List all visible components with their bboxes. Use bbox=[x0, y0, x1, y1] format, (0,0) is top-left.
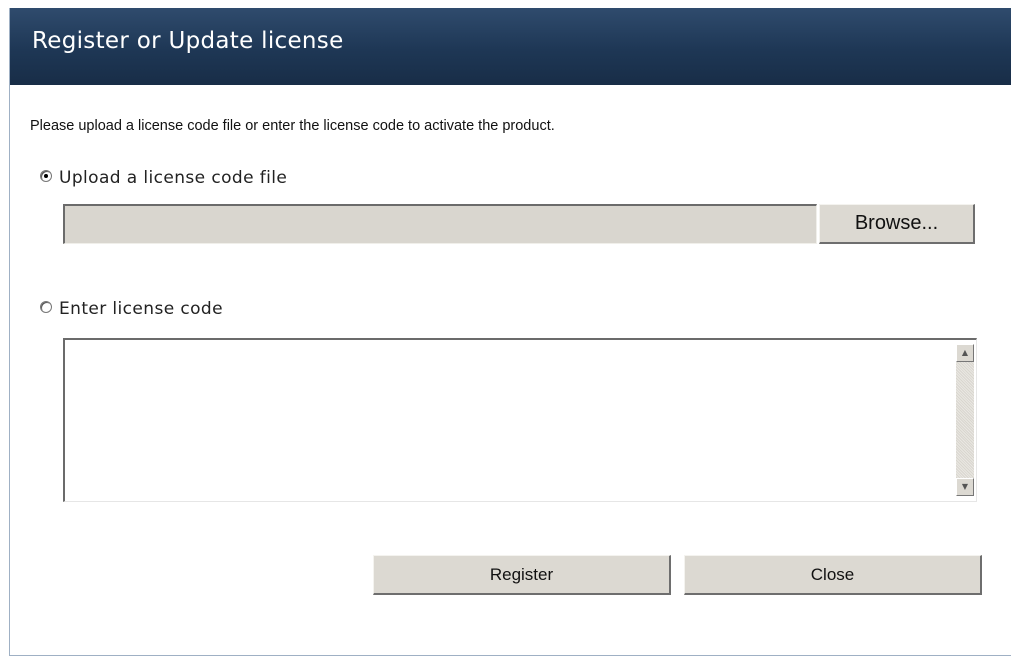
upload-file-option[interactable]: Upload a license code file bbox=[40, 168, 287, 188]
register-license-dialog: Register or Update license Please upload… bbox=[9, 8, 1011, 656]
license-code-scrollbar[interactable]: ▲ ▼ bbox=[956, 344, 974, 496]
license-code-textarea[interactable]: ▲ ▼ bbox=[63, 338, 977, 502]
license-file-path-field[interactable] bbox=[63, 204, 817, 244]
scroll-down-icon[interactable]: ▼ bbox=[956, 478, 974, 496]
upload-file-radio[interactable] bbox=[40, 170, 52, 182]
upload-file-label: Upload a license code file bbox=[59, 168, 288, 188]
scroll-up-icon[interactable]: ▲ bbox=[956, 344, 974, 362]
enter-code-radio[interactable] bbox=[40, 301, 52, 313]
enter-code-option[interactable]: Enter license code bbox=[40, 299, 223, 319]
enter-code-label: Enter license code bbox=[59, 299, 223, 319]
register-button[interactable]: Register bbox=[373, 555, 671, 595]
dialog-title-bar: Register or Update license bbox=[10, 8, 1011, 85]
instructions-text: Please upload a license code file or ent… bbox=[30, 118, 555, 134]
close-button[interactable]: Close bbox=[684, 555, 982, 595]
dialog-title: Register or Update license bbox=[32, 28, 344, 54]
browse-button[interactable]: Browse... bbox=[819, 204, 975, 244]
